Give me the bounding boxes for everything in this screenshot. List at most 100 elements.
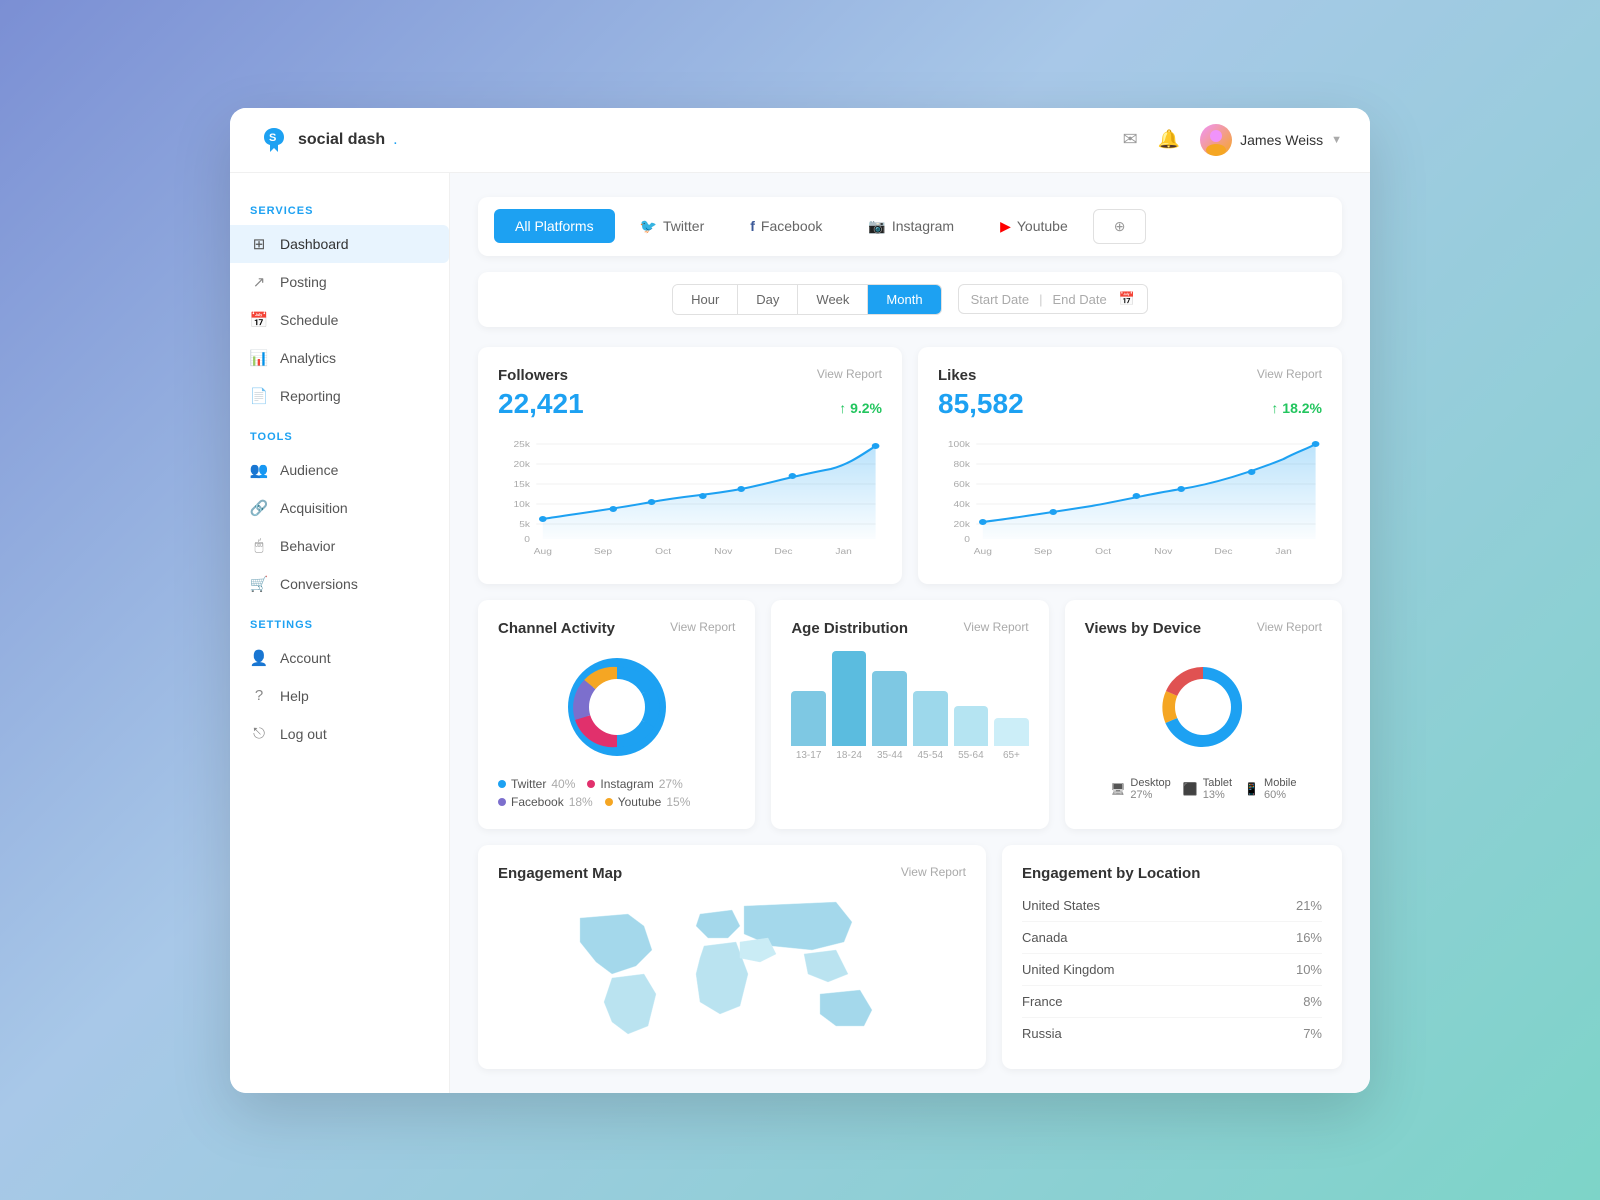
location-item: Russia 7% <box>1022 1018 1322 1049</box>
followers-card: Followers View Report 22,421 ↑ 9.2% <box>478 347 902 584</box>
channel-activity-card: Channel Activity View Report <box>478 600 755 829</box>
followers-view-report[interactable]: View Report <box>817 367 882 381</box>
device-view-report[interactable]: View Report <box>1257 620 1322 634</box>
svg-text:10k: 10k <box>514 500 531 509</box>
tab-twitter[interactable]: 🐦 Twitter <box>619 209 726 244</box>
sidebar-item-posting[interactable]: ↗ Posting <box>230 263 449 301</box>
svg-text:20k: 20k <box>954 520 971 529</box>
time-btn-hour[interactable]: Hour <box>673 285 738 314</box>
section-label-tools: TOOLS <box>230 431 449 451</box>
svg-text:Nov: Nov <box>1154 547 1173 556</box>
svg-text:Sep: Sep <box>1034 547 1052 556</box>
svg-text:Dec: Dec <box>1214 547 1233 556</box>
sidebar-item-audience[interactable]: 👥 Audience <box>230 451 449 489</box>
end-date: End Date <box>1052 292 1106 307</box>
age-view-report[interactable]: View Report <box>964 620 1029 634</box>
sidebar-item-conversions[interactable]: 🛒 Conversions <box>230 565 449 603</box>
time-filter-group: Hour Day Week Month <box>672 284 941 315</box>
svg-text:Dec: Dec <box>774 547 793 556</box>
legend-youtube: Youtube 15% <box>605 795 691 809</box>
channel-title: Channel Activity <box>498 620 615 637</box>
people-icon: 👥 <box>250 461 268 479</box>
sidebar-item-analytics[interactable]: 📊 Analytics <box>230 339 449 377</box>
tab-instagram[interactable]: 📷 Instagram <box>847 209 975 244</box>
section-label-services: SERVICES <box>230 205 449 225</box>
logo-icon: S <box>258 124 290 156</box>
bell-icon[interactable]: 🔔 <box>1158 129 1180 150</box>
mouse-icon: 🖱 <box>250 537 268 555</box>
time-filters: Hour Day Week Month Start Date | End Dat… <box>478 272 1342 327</box>
middle-charts: Channel Activity View Report <box>478 600 1342 829</box>
time-btn-day[interactable]: Day <box>738 285 798 314</box>
tab-all-platforms[interactable]: All Platforms <box>494 209 615 243</box>
legend-twitter: Twitter 40% <box>498 777 575 791</box>
sidebar-item-schedule[interactable]: 📅 Schedule <box>230 301 449 339</box>
sidebar-item-behavior[interactable]: 🖱 Behavior <box>230 527 449 565</box>
facebook-icon: f <box>750 218 755 234</box>
likes-view-report[interactable]: View Report <box>1257 367 1322 381</box>
tab-facebook[interactable]: f Facebook <box>729 209 843 243</box>
sidebar-item-help[interactable]: ? Help <box>230 677 449 715</box>
svg-text:S: S <box>269 132 276 144</box>
sidebar-item-acquisition[interactable]: 🔗 Acquisition <box>230 489 449 527</box>
sidebar-item-label: Schedule <box>280 312 338 328</box>
svg-text:Aug: Aug <box>974 547 992 556</box>
device-legend: 🖥 Desktop 27% ⬛ Tablet 13% <box>1085 777 1322 801</box>
date-range-picker[interactable]: Start Date | End Date 📅 <box>958 284 1148 314</box>
bar-13-17: 13-17 <box>791 691 826 761</box>
section-label-settings: SETTINGS <box>230 619 449 639</box>
sidebar-item-label: Audience <box>280 462 338 478</box>
bar-55-64: 55-64 <box>954 706 989 761</box>
svg-text:Nov: Nov <box>714 547 733 556</box>
bar-45-54: 45-54 <box>913 691 948 761</box>
likes-card: Likes View Report 85,582 ↑ 18.2% <box>918 347 1342 584</box>
likes-change: ↑ 18.2% <box>1271 400 1322 416</box>
svg-text:Oct: Oct <box>1095 547 1111 556</box>
arrow-icon: ↗ <box>250 273 268 291</box>
svg-text:15k: 15k <box>514 480 531 489</box>
mobile-icon: 📱 <box>1244 782 1259 796</box>
followers-value: 22,421 <box>498 388 584 420</box>
sidebar-item-account[interactable]: 👤 Account <box>230 639 449 677</box>
location-item: United Kingdom 10% <box>1022 954 1322 986</box>
sidebar-item-label: Reporting <box>280 388 341 404</box>
sidebar-item-logout[interactable]: ⎋ Log out <box>230 715 449 753</box>
calendar-icon: 📅 <box>250 311 268 329</box>
map-view-report[interactable]: View Report <box>901 865 966 879</box>
device-title: Views by Device <box>1085 620 1201 637</box>
logo: S social dash. <box>258 124 398 156</box>
svg-text:5k: 5k <box>519 520 530 529</box>
doc-icon: 📄 <box>250 387 268 405</box>
content-area: All Platforms 🐦 Twitter f Facebook 📷 Ins… <box>450 173 1370 1093</box>
main-layout: SERVICES ⊞ Dashboard ↗ Posting 📅 Schedul… <box>230 173 1370 1093</box>
sidebar-item-label: Behavior <box>280 538 335 554</box>
channel-view-report[interactable]: View Report <box>670 620 735 634</box>
sidebar-item-label: Account <box>280 650 331 666</box>
time-btn-month[interactable]: Month <box>868 285 940 314</box>
location-list: United States 21% Canada 16% United King… <box>1022 890 1322 1049</box>
likes-chart: 100k 80k 60k 40k 20k 0 <box>938 434 1322 564</box>
tab-add-platform[interactable]: ⊕ <box>1093 209 1147 244</box>
location-item: Canada 16% <box>1022 922 1322 954</box>
question-icon: ? <box>250 687 268 705</box>
sidebar-item-reporting[interactable]: 📄 Reporting <box>230 377 449 415</box>
mail-icon[interactable]: ✉ <box>1123 129 1138 150</box>
top-charts: Followers View Report 22,421 ↑ 9.2% <box>478 347 1342 584</box>
sidebar-item-dashboard[interactable]: ⊞ Dashboard <box>230 225 449 263</box>
time-btn-week[interactable]: Week <box>798 285 868 314</box>
header: S social dash. ✉ 🔔 James Weiss ▼ <box>230 108 1370 173</box>
desktop-icon: 🖥 <box>1110 782 1125 796</box>
logo-dot: . <box>393 131 397 149</box>
followers-chart: 25k 20k 15k 10k 5k 0 <box>498 434 882 564</box>
svg-text:25k: 25k <box>514 440 531 449</box>
svg-text:40k: 40k <box>954 500 971 509</box>
legend-desktop: 🖥 Desktop 27% <box>1110 777 1171 801</box>
legend-tablet: ⬛ Tablet 13% <box>1183 777 1232 801</box>
user-info[interactable]: James Weiss ▼ <box>1200 124 1342 156</box>
logo-text: social dash <box>298 131 385 149</box>
svg-text:Aug: Aug <box>534 547 552 556</box>
share-icon: 🔗 <box>250 499 268 517</box>
legend-instagram: Instagram 27% <box>587 777 682 791</box>
tab-youtube[interactable]: ▶ Youtube <box>979 209 1089 244</box>
svg-text:0: 0 <box>964 535 970 544</box>
